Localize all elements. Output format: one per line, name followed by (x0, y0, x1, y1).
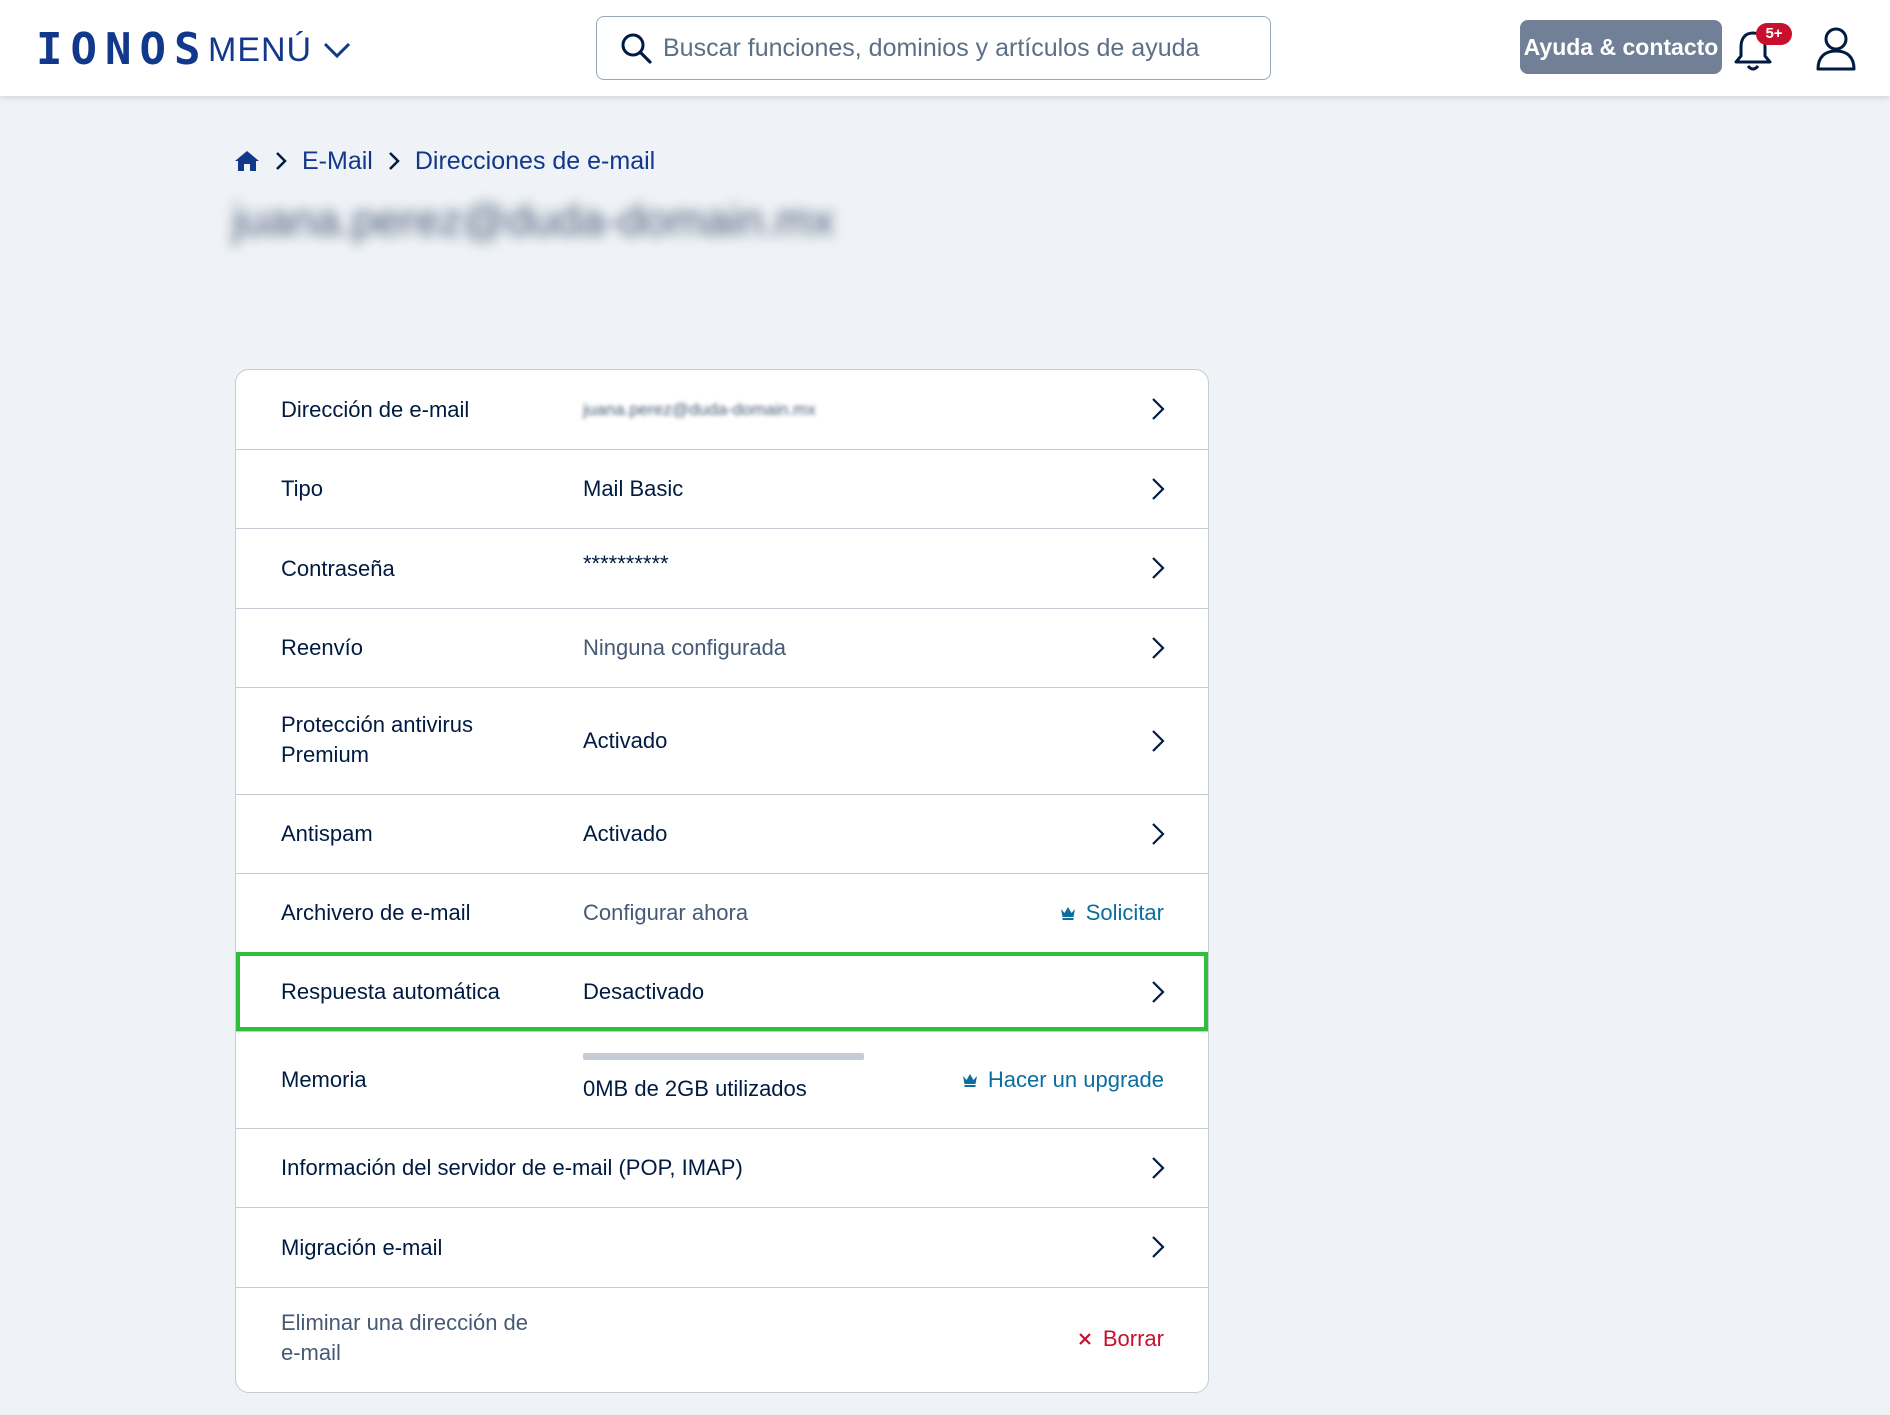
menu-button[interactable]: MENÚ (208, 28, 352, 72)
row-email-address[interactable]: Dirección de e-mail juana.perez@duda-dom… (236, 370, 1208, 450)
row-value: juana.perez@duda-domain.mx (583, 400, 816, 419)
action-label: Hacer un upgrade (987, 1067, 1164, 1092)
row-label: Tipo (281, 476, 323, 501)
home-icon[interactable] (234, 149, 260, 173)
row-email-archive: Archivero de e-mail Configurar ahora Sol… (236, 874, 1208, 953)
chevron-right-icon (276, 152, 287, 170)
order-archive-link[interactable]: Solicitar (1060, 898, 1164, 928)
chevron-right-icon (1152, 398, 1165, 420)
chevron-right-icon (1152, 637, 1165, 659)
action-label: Solicitar (1085, 900, 1164, 925)
row-antivirus[interactable]: Protección antivirus Premium Activado (236, 688, 1208, 795)
row-label: Eliminar una dirección de e-mail (281, 1310, 529, 1365)
notifications-badge: 5+ (1756, 23, 1792, 45)
chevron-right-icon (1152, 1236, 1165, 1258)
row-label: Archivero de e-mail (281, 900, 471, 925)
row-value: ********** (583, 551, 669, 576)
chevron-right-icon (1152, 557, 1165, 579)
chevron-right-icon (1152, 1157, 1165, 1179)
chevron-right-icon (1152, 823, 1165, 845)
row-value: Activado (583, 821, 668, 846)
user-icon[interactable] (1814, 24, 1858, 72)
row-auto-reply[interactable]: Respuesta automática Desactivado (236, 953, 1208, 1032)
crown-icon (1060, 907, 1075, 920)
row-email-migration[interactable]: Migración e-mail (236, 1208, 1208, 1288)
search-box (596, 16, 1271, 80)
top-header: IONOS MENÚ Ayuda & contacto 5+ (0, 0, 1890, 96)
row-label: Dirección de e-mail (281, 397, 470, 422)
email-settings-card: Dirección de e-mail juana.perez@duda-dom… (235, 369, 1209, 1393)
row-label: Respuesta automática (281, 979, 500, 1004)
help-contact-button[interactable]: Ayuda & contacto (1520, 20, 1722, 74)
chevron-right-icon (388, 152, 400, 170)
crown-icon (962, 1074, 977, 1087)
row-label: Migración e-mail (281, 1235, 443, 1260)
row-label: Información del servidor de e-mail (POP,… (281, 1155, 743, 1180)
row-label: Reenvío (281, 635, 363, 660)
search-icon (621, 33, 652, 64)
breadcrumb-email-addresses[interactable]: Direcciones de e-mail (415, 147, 655, 176)
close-icon (1079, 1333, 1091, 1345)
row-password[interactable]: Contraseña ********** (236, 529, 1208, 609)
row-value: Mail Basic (583, 476, 684, 501)
chevron-right-icon (1152, 730, 1165, 752)
page-title: juana.perez@duda-domain.mx (232, 196, 835, 245)
upgrade-link[interactable]: Hacer un upgrade (962, 1065, 1164, 1095)
row-value: Desactivado (583, 979, 705, 1004)
ionos-logo[interactable]: IONOS (36, 26, 208, 74)
row-value: Ninguna configurada (583, 635, 787, 660)
row-forwarding[interactable]: Reenvío Ninguna configurada (236, 609, 1208, 688)
row-label: Protección antivirus Premium (281, 712, 473, 767)
menu-label: MENÚ (208, 30, 313, 69)
delete-button[interactable]: Borrar (1077, 1324, 1164, 1354)
row-delete-address: Eliminar una dirección de e-mail Borrar (236, 1288, 1208, 1392)
chevron-right-icon (1152, 478, 1165, 500)
storage-progress-bar (583, 1053, 864, 1060)
chevron-down-icon (324, 42, 351, 59)
row-value: Configurar ahora (583, 900, 749, 925)
row-label: Antispam (281, 821, 373, 846)
row-type[interactable]: Tipo Mail Basic (236, 450, 1208, 529)
breadcrumb: E-Mail Direcciones de e-mail (234, 144, 655, 178)
chevron-right-icon (1152, 981, 1165, 1003)
row-server-info[interactable]: Información del servidor de e-mail (POP,… (236, 1129, 1208, 1208)
search-input[interactable] (663, 28, 1270, 68)
row-label: Memoria (281, 1067, 367, 1092)
row-antispam[interactable]: Antispam Activado (236, 795, 1208, 874)
row-label: Contraseña (281, 556, 395, 581)
breadcrumb-email[interactable]: E-Mail (302, 147, 373, 176)
row-value: 0MB de 2GB utilizados (583, 1076, 807, 1101)
row-value: Activado (583, 728, 668, 753)
action-label: Borrar (1102, 1326, 1164, 1351)
row-storage: Memoria 0MB de 2GB utilizados Hacer un u… (236, 1032, 1208, 1129)
